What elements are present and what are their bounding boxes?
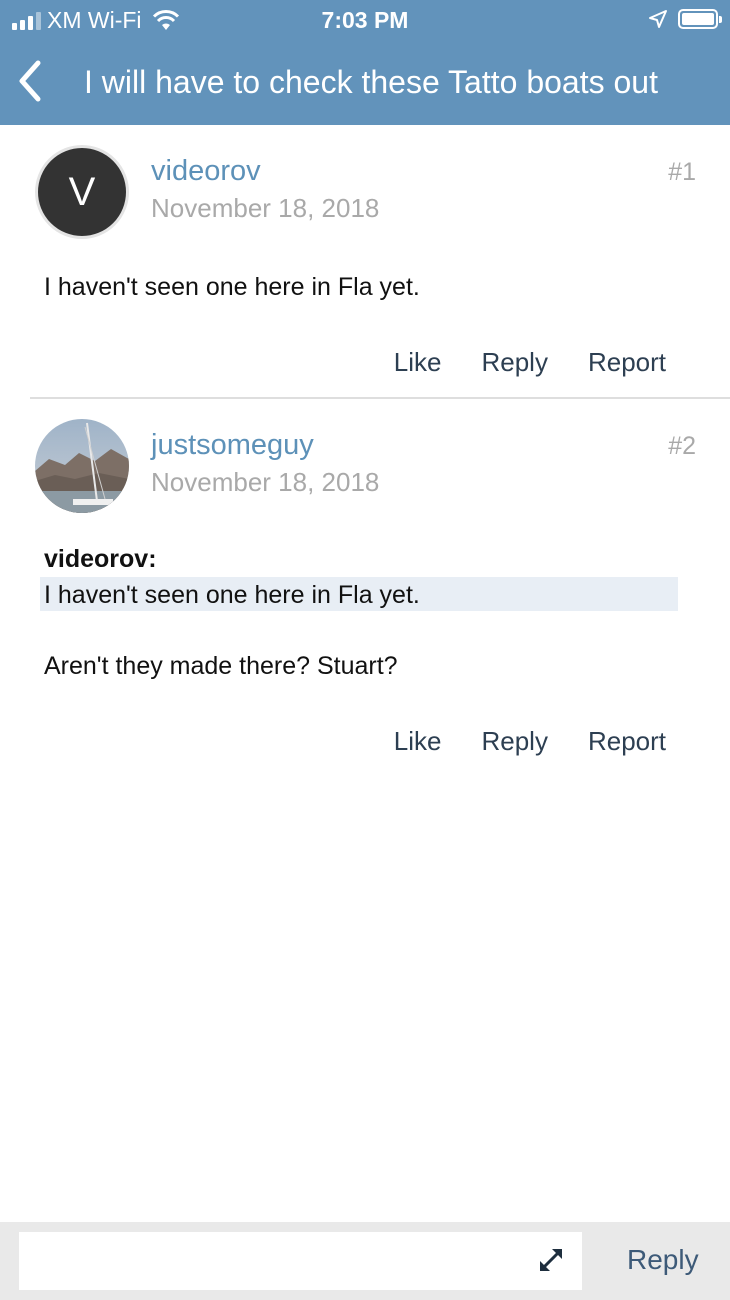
post-date: November 18, 2018	[151, 467, 380, 497]
post-number[interactable]: #1	[668, 158, 696, 187]
reply-input[interactable]	[19, 1232, 582, 1290]
reply-submit-button[interactable]: Reply	[627, 1244, 699, 1276]
back-chevron-icon[interactable]	[14, 58, 48, 104]
post-text: Aren't they made there? Stuart?	[44, 652, 398, 680]
reply-button[interactable]: Reply	[481, 347, 547, 378]
status-bar: XM Wi-Fi 7:03 PM	[0, 0, 730, 40]
location-icon	[649, 10, 667, 28]
post-text: I haven't seen one here in Fla yet.	[44, 273, 420, 301]
avatar[interactable]: V	[35, 145, 129, 239]
reply-bar: Reply	[0, 1222, 730, 1300]
post-username[interactable]: videorov	[151, 155, 261, 188]
post-actions: Like Reply Report	[394, 347, 666, 378]
quote-text: I haven't seen one here in Fla yet.	[44, 581, 420, 609]
post-divider	[30, 397, 730, 399]
thread-screen: XM Wi-Fi 7:03 PM I will have to check th…	[0, 0, 730, 1300]
nav-bar: I will have to check these Tatto boats o…	[0, 40, 730, 125]
quote-author: videorov:	[44, 545, 157, 573]
clock: 7:03 PM	[321, 7, 409, 33]
report-button[interactable]: Report	[588, 726, 666, 757]
post-actions: Like Reply Report	[394, 726, 666, 757]
like-button[interactable]: Like	[394, 726, 442, 757]
expand-icon[interactable]	[535, 1244, 567, 1276]
avatar[interactable]	[35, 419, 129, 513]
quote-block: I haven't seen one here in Fla yet.	[40, 577, 678, 611]
post-number[interactable]: #2	[668, 432, 696, 461]
avatar-photo	[35, 419, 129, 513]
header: XM Wi-Fi 7:03 PM I will have to check th…	[0, 0, 730, 125]
reply-button[interactable]: Reply	[481, 726, 547, 757]
thread-title: I will have to check these Tatto boats o…	[84, 64, 658, 100]
post-date: November 18, 2018	[151, 193, 380, 223]
status-right	[648, 9, 722, 29]
report-button[interactable]: Report	[588, 347, 666, 378]
post-username[interactable]: justsomeguy	[151, 429, 314, 462]
like-button[interactable]: Like	[394, 347, 442, 378]
battery-icon	[678, 9, 722, 29]
avatar-letter: V	[68, 169, 96, 214]
